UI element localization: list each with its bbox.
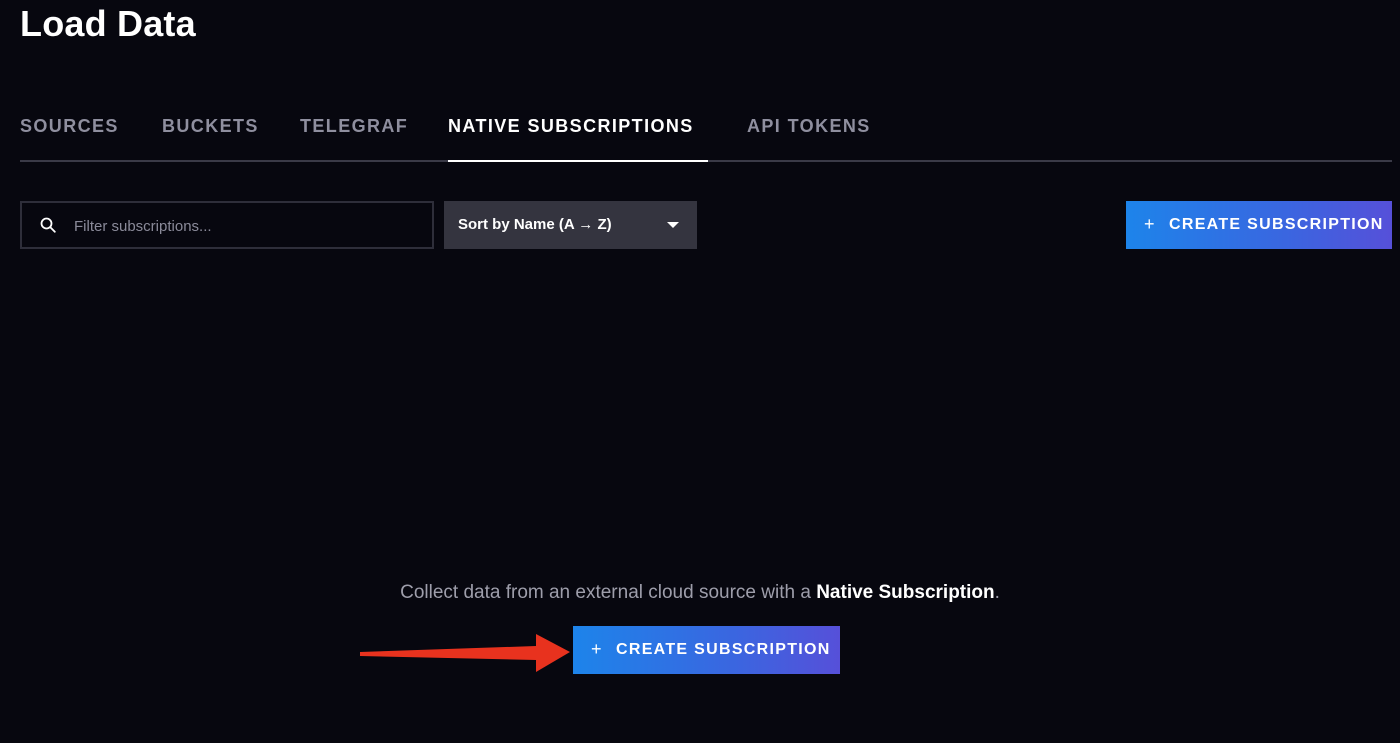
create-subscription-label: CREATE SUBSCRIPTION [616, 641, 831, 658]
tab-buckets[interactable]: BUCKETS [162, 116, 259, 160]
search-input[interactable] [72, 203, 426, 249]
caret-down-icon [667, 222, 679, 228]
tab-api-tokens[interactable]: API TOKENS [747, 116, 871, 160]
create-subscription-button[interactable]: + CREATE SUBSCRIPTION [1126, 201, 1392, 249]
tab-telegraf[interactable]: TELEGRAF [300, 116, 408, 160]
load-data-page: Load Data SOURCES BUCKETS TELEGRAF NATIV… [0, 0, 1400, 743]
tab-sources[interactable]: SOURCES [20, 116, 119, 160]
sort-dropdown-label: Sort by Name (A → Z) [458, 216, 612, 233]
create-subscription-label: CREATE SUBSCRIPTION [1169, 216, 1384, 233]
search-icon [40, 217, 56, 233]
plus-icon: + [1144, 214, 1156, 234]
empty-state-highlight: Native Subscription [816, 582, 995, 603]
empty-state-period: . [994, 582, 1000, 603]
search-box [20, 201, 434, 249]
empty-state-message: Collect data from an external cloud sour… [0, 582, 1400, 604]
tab-native-subscriptions[interactable]: NATIVE SUBSCRIPTIONS [448, 116, 708, 162]
plus-icon: + [591, 639, 603, 659]
empty-state-create-subscription-button[interactable]: + CREATE SUBSCRIPTION [573, 626, 840, 674]
empty-state-text: Collect data from an external cloud sour… [400, 582, 817, 603]
tab-bar: SOURCES BUCKETS TELEGRAF NATIVE SUBSCRIP… [20, 100, 1392, 162]
red-arrow-annotation [360, 634, 570, 672]
sort-dropdown[interactable]: Sort by Name (A → Z) [444, 201, 697, 249]
page-title: Load Data [20, 3, 196, 44]
